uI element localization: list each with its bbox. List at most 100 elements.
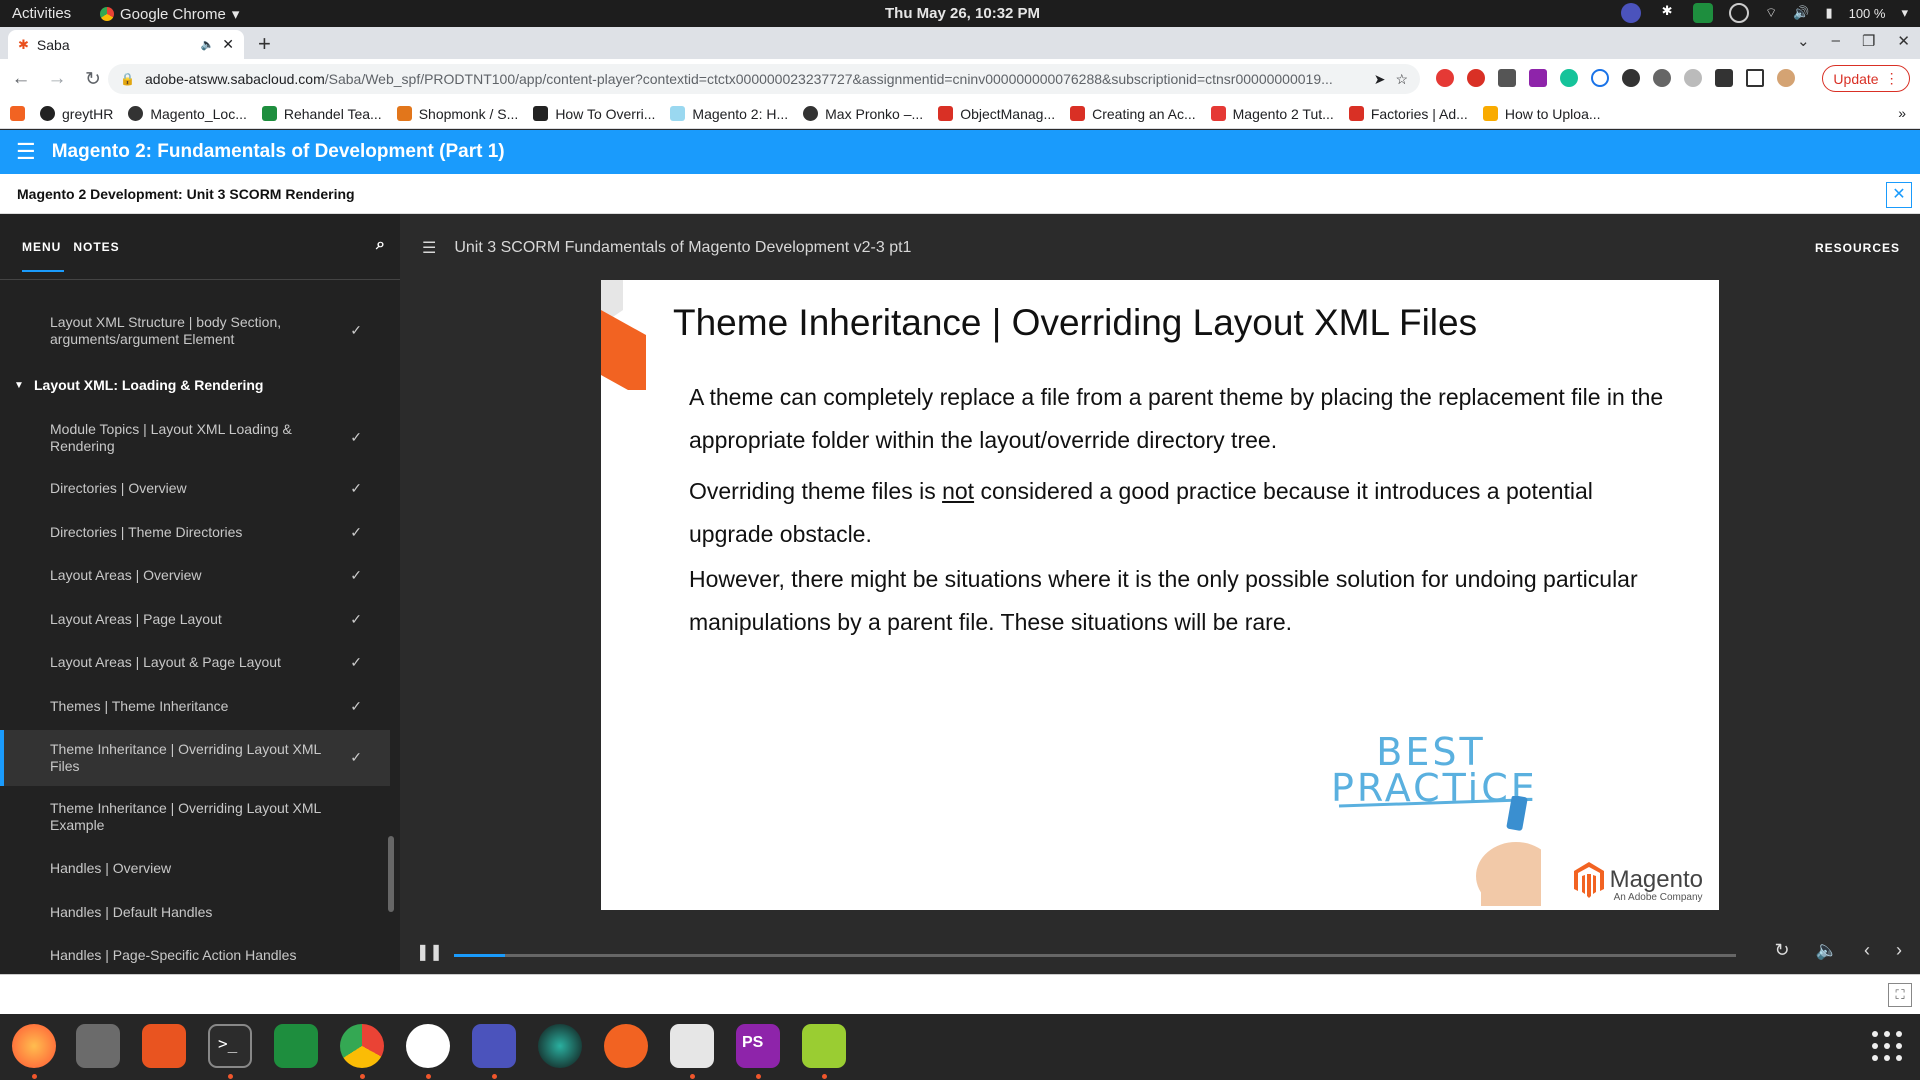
sidebar-item[interactable]: Handles | Page-Specific Action Handles [0,947,390,964]
fullscreen-icon[interactable]: ⛶ [1888,983,1912,1007]
extension-icon[interactable] [1529,69,1547,87]
grammarly-icon[interactable] [1560,69,1578,87]
sidebar-item[interactable]: Directories | Overview ✓ [0,480,390,497]
chrome-icon[interactable] [340,1024,384,1068]
slack-icon[interactable] [406,1024,450,1068]
sidebar-item[interactable]: Layout Areas | Layout & Page Layout ✓ [0,654,390,671]
bookmark-item[interactable]: How to Uploa... [1482,106,1601,122]
tab-search-icon[interactable]: ⌄ [1797,32,1810,50]
camera-icon[interactable] [538,1024,582,1068]
app-menu[interactable]: Google Chrome ▾ [100,5,239,23]
bookmark-apps[interactable] [10,106,25,121]
bookmark-item[interactable]: Magento_Loc... [128,106,247,122]
bookmark-item[interactable]: Max Pronko –... [803,106,923,122]
sidebar-section[interactable]: ▼ Layout XML: Loading & Rendering [0,377,390,393]
bookmark-star-icon[interactable]: ☆ [1395,71,1408,88]
pause-icon[interactable]: ❚❚ [416,942,443,962]
side-panel-icon[interactable] [1746,69,1764,87]
slack-tray-icon[interactable]: ✱ [1657,3,1677,23]
chat-icon[interactable] [274,1024,318,1068]
resources-button[interactable]: RESOURCES [1815,241,1900,255]
puzzle-icon[interactable] [1715,69,1733,87]
sidebar-item[interactable]: Layout Areas | Page Layout ✓ [0,611,390,628]
extension-icon[interactable] [1436,69,1454,87]
clock[interactable]: Thu May 26, 10:32 PM [885,5,1040,22]
files-icon[interactable] [76,1024,120,1068]
terminal-icon[interactable]: >_ [208,1024,252,1068]
extension-icon[interactable] [1591,69,1609,87]
teams-icon[interactable] [472,1024,516,1068]
search-icon[interactable]: ⌕ [376,236,386,254]
close-window-icon[interactable]: ✕ [1897,32,1910,50]
extension-icon[interactable] [1498,69,1516,87]
sidebar-item[interactable]: Directories | Theme Directories ✓ [0,524,390,541]
sidebar-item[interactable]: Themes | Theme Inheritance ✓ [0,698,390,715]
close-button[interactable]: ✕ [1886,182,1912,208]
sidebar-item[interactable]: Module Topics | Layout XML Loading & Ren… [0,421,390,455]
software-center-icon[interactable] [142,1024,186,1068]
extension-icon[interactable] [1622,69,1640,87]
sidebar-item[interactable]: Layout Areas | Overview ✓ [0,567,390,584]
update-button[interactable]: Update ⋮ [1822,65,1910,92]
teams-tray-icon[interactable] [1621,3,1642,23]
volume-icon[interactable]: 🔈 [1816,940,1838,961]
avatar[interactable] [1777,69,1795,87]
sidebar-item[interactable]: Layout XML Structure | body Section, arg… [0,314,390,348]
sidebar-item[interactable]: Handles | Default Handles [0,904,390,921]
player-menu-icon[interactable]: ☰ [422,238,436,258]
extension-icon[interactable] [1684,69,1702,87]
hamburger-menu-icon[interactable]: ☰ [16,139,36,165]
sidebar-item[interactable]: Theme Inheritance | Overriding Layout XM… [0,800,390,834]
bookmark-item[interactable]: ObjectManag... [938,106,1055,122]
url-host: adobe-atsww.sabacloud.com [144,71,325,87]
sync-tray-icon[interactable] [1729,3,1750,23]
minimize-icon[interactable]: – [1832,32,1840,50]
replay-icon[interactable]: ↻ [1774,940,1789,961]
bookmark-item[interactable]: Magento 2: H... [670,106,788,122]
tab-audio-icon[interactable]: 🔈 [201,38,215,51]
browser-tab-saba[interactable]: ✱ Saba 🔈 ✕ [8,30,244,59]
progress-bar[interactable] [454,954,1736,957]
taskbar-dock: >_ PS [0,1014,1920,1080]
url-text[interactable]: adobe-atsww.sabacloud.com/Saba/Web_spf/P… [145,71,1364,87]
previous-slide-icon[interactable]: ‹ [1864,940,1870,961]
section-label: Layout XML: Loading & Rendering [34,377,264,393]
power-menu-icon[interactable]: ▾ [1901,5,1908,21]
forward-icon[interactable]: → [42,68,72,90]
draw-icon[interactable] [604,1024,648,1068]
bookmark-item[interactable]: How To Overri... [533,106,655,122]
check-icon: ✓ [350,697,362,714]
activities-button[interactable]: Activities [12,5,71,22]
phpstorm-icon[interactable]: PS [736,1024,780,1068]
show-applications-icon[interactable] [1872,1031,1902,1061]
tab-menu[interactable]: MENU [22,240,65,272]
next-slide-icon[interactable]: › [1896,940,1902,961]
bookmark-item[interactable]: Factories | Ad... [1348,106,1468,122]
gear-icon[interactable] [1653,69,1671,87]
chat-tray-icon[interactable] [1693,3,1714,23]
firefox-icon[interactable] [12,1024,56,1068]
sidebar-scrollbar[interactable] [388,836,394,912]
system-tray[interactable]: ✱ ⌔ 🔊 ▮ 100 % ▾ [1621,3,1908,23]
adblock-icon[interactable] [1467,69,1485,87]
image-viewer-icon[interactable] [802,1024,846,1068]
text-editor-icon[interactable] [670,1024,714,1068]
new-tab-button[interactable]: + [258,31,271,57]
address-bar[interactable]: 🔒 adobe-atsww.sabacloud.com/Saba/Web_spf… [108,64,1420,94]
lock-icon[interactable]: 🔒 [120,72,135,86]
bookmark-item[interactable]: greytHR [40,106,113,122]
reload-icon[interactable]: ↻ [78,68,108,91]
tab-close-icon[interactable]: ✕ [222,36,234,53]
bookmarks-overflow-icon[interactable]: » [1898,105,1906,121]
bookmark-item[interactable]: Creating an Ac... [1070,106,1196,122]
sidebar-item-label: Layout Areas | Overview [50,567,202,583]
bookmark-item[interactable]: Shopmonk / S... [396,106,518,122]
sidebar-item-active[interactable]: Theme Inheritance | Overriding Layout XM… [0,730,390,786]
back-icon[interactable]: ← [6,68,36,90]
bookmark-item[interactable]: Rehandel Tea... [261,106,382,122]
sidebar-item[interactable]: Handles | Overview [0,860,390,877]
restore-icon[interactable]: ❐ [1862,32,1875,50]
send-tab-icon[interactable]: ➤ [1374,71,1386,88]
tab-notes[interactable]: NOTES [73,240,119,254]
bookmark-item[interactable]: Magento 2 Tut... [1210,106,1334,122]
